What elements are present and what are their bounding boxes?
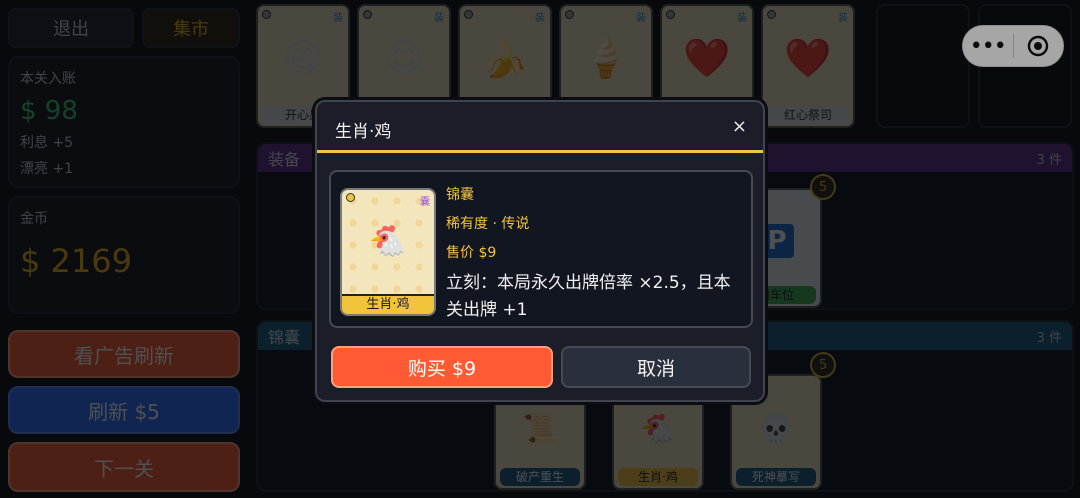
dialog-title: 生肖·鸡	[335, 122, 392, 142]
item-info-panel: 囊 🐔 生肖·鸡 锦囊 稀有度 · 传说 售价 $9 立刻：本局永久出牌倍率 ×…	[329, 170, 753, 328]
item-effect: 立刻：本局永久出牌倍率 ×2.5，且本关出牌 +1	[446, 273, 731, 320]
item-rarity: 稀有度 · 传说	[446, 216, 530, 232]
card-name: 生肖·鸡	[342, 294, 434, 314]
cancel-button[interactable]: 取消	[561, 346, 751, 388]
rarity-dot	[346, 193, 355, 202]
title-divider	[317, 150, 763, 153]
card-type-badge: 囊	[420, 197, 430, 208]
buy-button[interactable]: 购买 $9	[331, 346, 553, 388]
chicken-icon: 🐔	[369, 224, 407, 259]
item-price: 售价 $9	[446, 245, 497, 261]
item-card: 囊 🐔 生肖·鸡	[340, 188, 436, 316]
purchase-dialog: 生肖·鸡 × 囊 🐔 生肖·鸡 锦囊 稀有度 · 传说 售价 $9 立刻：本局永…	[315, 100, 765, 402]
close-icon[interactable]: ×	[732, 116, 747, 137]
item-type: 锦囊	[446, 187, 474, 203]
